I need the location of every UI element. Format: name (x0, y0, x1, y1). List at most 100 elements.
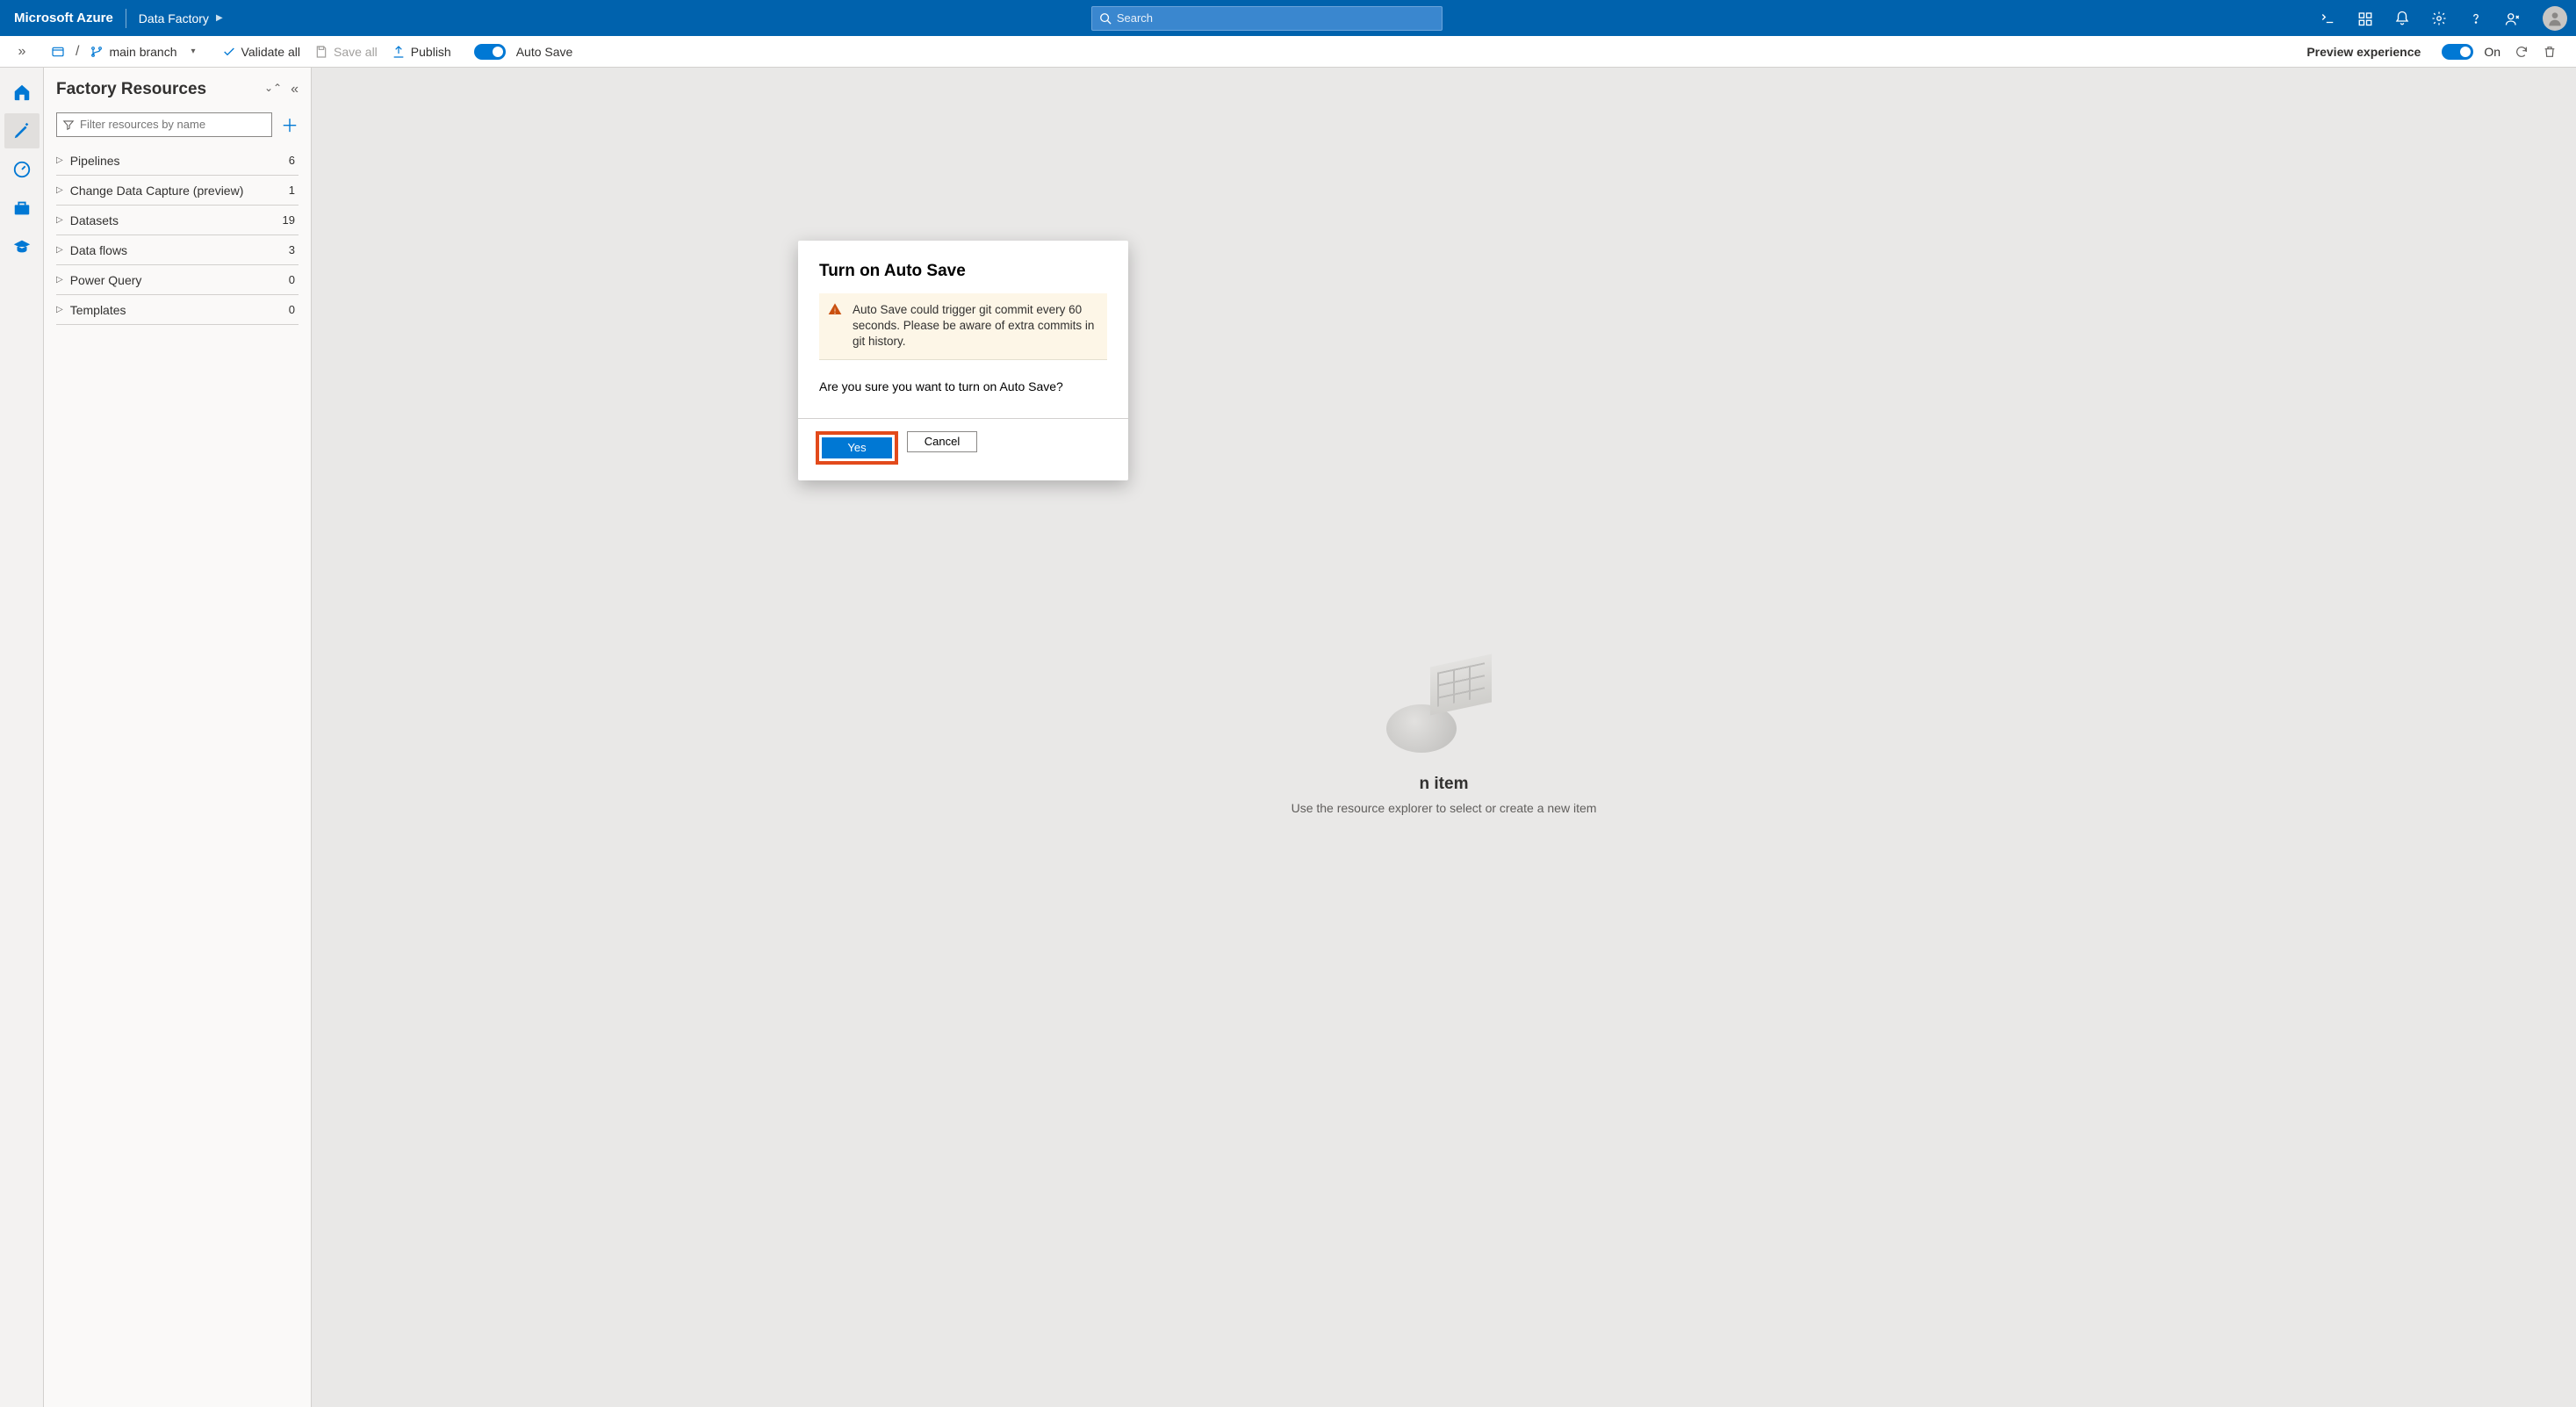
tree-item-powerquery[interactable]: ▷ Power Query 0 (56, 265, 299, 295)
collapse-rail-icon[interactable]: » (0, 44, 44, 60)
cancel-button[interactable]: Cancel (907, 431, 977, 452)
save-icon (314, 45, 328, 59)
toolbox-icon (12, 198, 32, 218)
discard-button[interactable] (2536, 45, 2564, 59)
rail-monitor[interactable] (4, 152, 40, 187)
dialog-warning: Auto Save could trigger git commit every… (819, 293, 1107, 360)
autosave-dialog: Turn on Auto Save Auto Save could trigge… (798, 241, 1128, 480)
chevron-right-icon: ▷ (56, 155, 63, 165)
rail-learning[interactable] (4, 229, 40, 264)
dialog-question: Are you sure you want to turn on Auto Sa… (819, 379, 1107, 393)
tree-count: 6 (289, 154, 299, 167)
filter-icon (62, 119, 75, 131)
left-rail (0, 68, 44, 1407)
filter-input-wrapper[interactable] (56, 112, 272, 137)
breadcrumb-separator: / (72, 44, 83, 60)
tree-count: 0 (289, 303, 299, 316)
tree-item-dataflows[interactable]: ▷ Data flows 3 (56, 235, 299, 265)
preview-state: On (2484, 45, 2500, 59)
publish-label: Publish (411, 45, 451, 59)
expand-collapse-icon[interactable]: ⌄⌃ (264, 82, 282, 97)
tree-count: 0 (289, 273, 299, 286)
settings-icon[interactable] (2421, 0, 2457, 36)
branch-icon (90, 45, 104, 59)
tree-label: Data flows (70, 243, 127, 257)
chevron-right-icon: ▷ (56, 185, 63, 195)
toggle-on-icon[interactable] (474, 44, 506, 60)
global-search[interactable] (1091, 6, 1443, 31)
preview-experience-toggle[interactable]: Preview experience On (2299, 44, 2508, 60)
factory-resources-panel: Factory Resources ⌄⌃ « ＋ ▷ Pipelines 6 ▷ C… (44, 68, 312, 1407)
tree-count: 3 (289, 243, 299, 256)
authoring-canvas: n item Use the resource explorer to sele… (312, 68, 2576, 1407)
toggle-on-icon[interactable] (2442, 44, 2473, 60)
tree-label: Power Query (70, 273, 142, 287)
empty-state-illustration (1386, 660, 1500, 757)
empty-state: n item Use the resource explorer to sele… (1292, 660, 1597, 815)
validate-all-button[interactable]: Validate all (215, 45, 307, 59)
directories-icon[interactable] (2348, 0, 2383, 36)
gauge-icon (12, 160, 32, 179)
brand-label[interactable]: Microsoft Azure (14, 11, 126, 25)
tree-label: Datasets (70, 213, 119, 227)
azure-topbar: Microsoft Azure Data Factory ▶ (0, 0, 2576, 36)
chevron-right-icon: ▷ (56, 305, 63, 314)
save-all-button: Save all (307, 45, 385, 59)
branch-label: main branch (109, 45, 176, 59)
rail-manage[interactable] (4, 191, 40, 226)
feedback-icon[interactable] (2495, 0, 2530, 36)
publish-button[interactable]: Publish (385, 45, 458, 59)
tree-item-cdc[interactable]: ▷Change Data Capture (preview) 1 (56, 176, 299, 206)
tree-item-pipelines[interactable]: ▷ Pipelines 6 (56, 146, 299, 176)
preview-label: Preview experience (2306, 45, 2421, 59)
empty-subtitle: Use the resource explorer to select or c… (1292, 801, 1597, 815)
tree-item-datasets[interactable]: ▷ Datasets 19 (56, 206, 299, 235)
repo-button[interactable] (44, 45, 72, 59)
tree-label: Templates (70, 303, 126, 317)
global-search-input[interactable] (1117, 11, 1435, 25)
rail-home[interactable] (4, 75, 40, 110)
add-resource-button[interactable]: ＋ (281, 112, 299, 137)
yes-button[interactable]: Yes (822, 437, 892, 458)
search-icon (1099, 12, 1112, 25)
warning-icon (828, 302, 842, 316)
dialog-footer: Yes Cancel (798, 418, 1128, 480)
upload-icon (392, 45, 406, 59)
chevron-down-icon: ▾ (191, 47, 196, 56)
tree-label: Change Data Capture (preview) (70, 184, 244, 198)
chevron-right-icon: ▷ (56, 275, 63, 285)
notifications-icon[interactable] (2385, 0, 2420, 36)
autosave-label: Auto Save (516, 45, 573, 59)
branch-selector[interactable]: main branch ▾ (83, 45, 202, 59)
panel-title: Factory Resources (56, 80, 206, 99)
trash-icon (2543, 45, 2557, 59)
topbar-icons (2311, 0, 2567, 36)
authoring-toolbar: » / main branch ▾ Validate all Save all … (0, 36, 2576, 68)
empty-title: n item (1420, 775, 1469, 793)
tree-count: 19 (283, 213, 299, 227)
filter-input[interactable] (80, 118, 266, 131)
chevron-right-icon: ▷ (56, 245, 63, 255)
help-icon[interactable] (2458, 0, 2493, 36)
resource-tree: ▷ Pipelines 6 ▷ Change Data Capture (previ… (56, 146, 299, 325)
autosave-toggle[interactable]: Auto Save (467, 44, 580, 60)
rail-author[interactable] (4, 113, 40, 148)
refresh-icon (2515, 45, 2529, 59)
dialog-title: Turn on Auto Save (819, 262, 1107, 281)
breadcrumb-service[interactable]: Data Factory (139, 11, 209, 25)
chevron-right-icon: ▶ (216, 13, 223, 23)
tree-label: Pipelines (70, 154, 120, 168)
checkmark-icon (222, 45, 236, 59)
repo-icon (51, 45, 65, 59)
tree-item-templates[interactable]: ▷ Templates 0 (56, 295, 299, 325)
chevron-right-icon: ▷ (56, 215, 63, 225)
refresh-button[interactable] (2508, 45, 2536, 59)
user-avatar[interactable] (2543, 6, 2567, 31)
yes-button-highlight: Yes (816, 431, 898, 465)
cloud-shell-icon[interactable] (2311, 0, 2346, 36)
validate-all-label: Validate all (241, 45, 300, 59)
dialog-warning-text: Auto Save could trigger git commit every… (853, 303, 1094, 348)
collapse-panel-icon[interactable]: « (291, 82, 299, 97)
breadcrumb[interactable]: Data Factory ▶ (139, 11, 223, 25)
pencil-icon (12, 121, 32, 141)
